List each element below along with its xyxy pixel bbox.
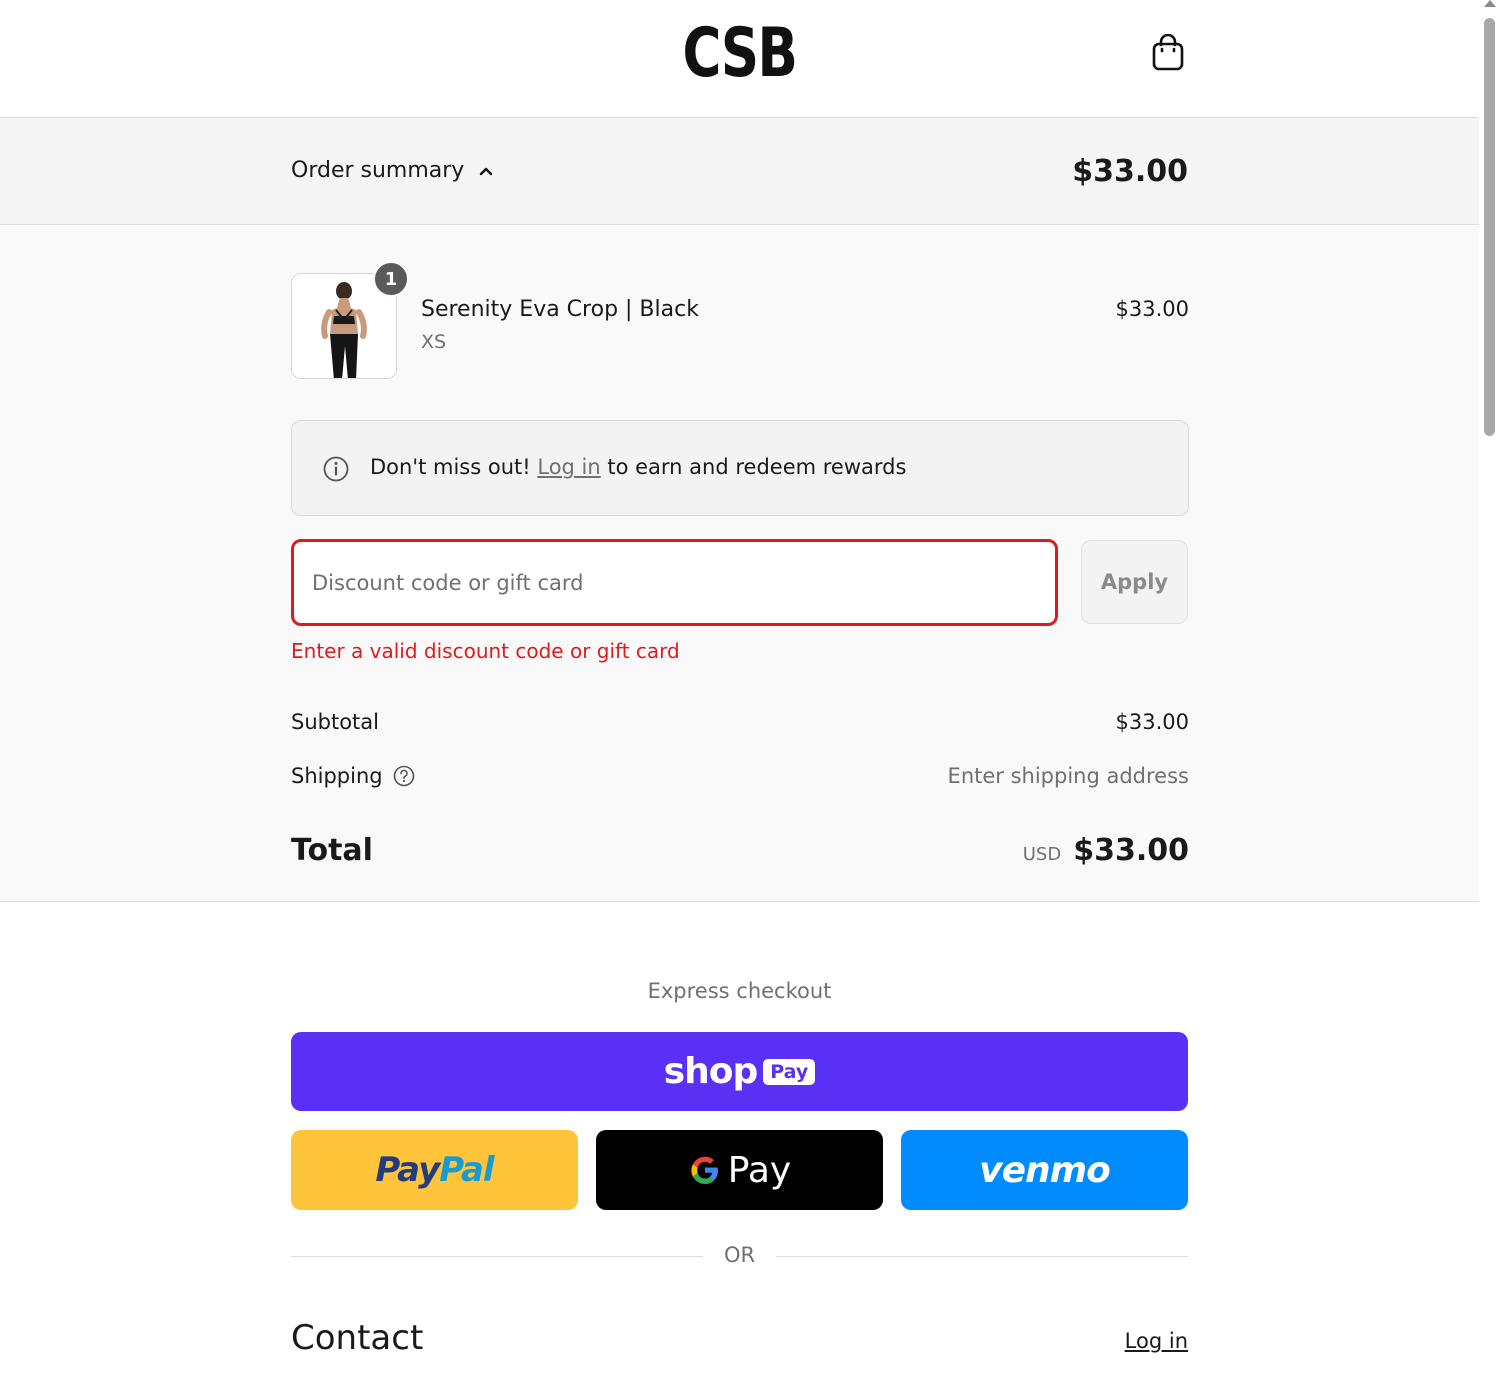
paypal-button[interactable]: PayPal: [291, 1130, 578, 1210]
product-price: $33.00: [1115, 297, 1189, 321]
paypal-logo: PayPal: [375, 1150, 494, 1190]
shop-pay-button[interactable]: shop Pay: [291, 1032, 1188, 1111]
scroll-up-arrow-icon[interactable]: [1484, 0, 1496, 7]
google-g-icon: [691, 1156, 718, 1184]
venmo-logo: venmo: [979, 1149, 1111, 1191]
total-value-group: USD $33.00: [1023, 833, 1189, 868]
question-circle-icon[interactable]: [393, 765, 415, 787]
subtotal-label: Subtotal: [291, 710, 379, 734]
google-pay-button[interactable]: Pay: [596, 1130, 883, 1210]
rewards-suffix: to earn and redeem rewards: [607, 455, 907, 479]
rewards-text: Don't miss out! Log in to earn and redee…: [370, 455, 906, 479]
header: CSB: [0, 0, 1479, 118]
or-label: OR: [723, 1243, 756, 1267]
scrollbar-thumb[interactable]: [1484, 18, 1495, 436]
order-summary-panel: 1 Serenity Eva Crop | Black XS $33.00 Do…: [0, 225, 1479, 902]
shop-pay-wordmark: shop: [663, 1051, 759, 1092]
subtotal-value: $33.00: [1115, 710, 1189, 734]
google-pay-logo: Pay: [688, 1150, 791, 1191]
shipping-label: Shipping: [291, 764, 383, 788]
rewards-banner: Don't miss out! Log in to earn and redee…: [291, 420, 1189, 516]
total-label: Total: [291, 833, 373, 868]
info-icon: [323, 456, 349, 482]
currency-code: USD: [1022, 844, 1062, 865]
google-pay-label: Pay: [727, 1149, 792, 1191]
order-summary-label: Order summary: [291, 158, 465, 183]
order-summary-bar: Order summary $33.00: [0, 118, 1479, 225]
line-item: 1 Serenity Eva Crop | Black XS $33.00: [291, 261, 1189, 379]
paypal-logo-part2: Pal: [439, 1150, 494, 1190]
shopping-bag-icon[interactable]: [1150, 34, 1186, 72]
shop-pay-pill: Pay: [763, 1058, 816, 1085]
shipping-label-group: Shipping: [291, 764, 415, 788]
or-divider-line-right: [776, 1256, 1188, 1257]
discount-error-message: Enter a valid discount code or gift card: [291, 639, 680, 663]
shipping-value: Enter shipping address: [947, 764, 1189, 788]
quantity-badge: 1: [373, 261, 409, 297]
order-summary-toggle[interactable]: Order summary: [291, 158, 494, 183]
total-value: $33.00: [1073, 833, 1189, 868]
store-logo[interactable]: CSB: [163, 14, 1317, 93]
order-summary-total: $33.00: [1072, 154, 1188, 189]
rewards-login-link[interactable]: Log in: [537, 455, 600, 479]
venmo-button[interactable]: venmo: [901, 1130, 1188, 1210]
contact-login-link[interactable]: Log in: [1125, 1329, 1188, 1353]
product-variant: XS: [421, 331, 447, 353]
chevron-up-icon: [480, 167, 493, 175]
product-name: Serenity Eva Crop | Black: [421, 297, 699, 322]
express-checkout-label: Express checkout: [647, 979, 832, 1003]
rewards-prefix: Don't miss out!: [370, 455, 531, 479]
discount-code-input[interactable]: [291, 539, 1058, 626]
paypal-logo-part1: Pay: [375, 1150, 440, 1190]
or-divider: OR: [291, 1243, 1188, 1271]
apply-discount-button[interactable]: Apply: [1081, 540, 1188, 624]
scrollbar[interactable]: [1479, 0, 1500, 1382]
contact-heading: Contact: [291, 1318, 424, 1358]
